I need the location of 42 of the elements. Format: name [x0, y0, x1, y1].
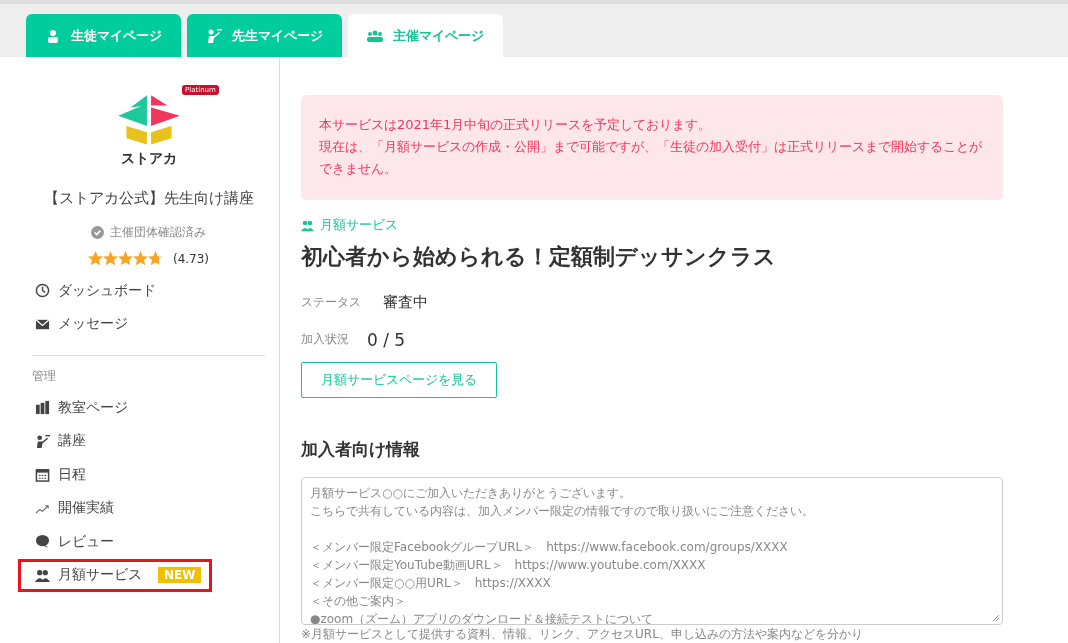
sidebar-item[interactable]: 講座	[18, 424, 95, 458]
sidebar-item[interactable]: レビュー	[18, 525, 123, 559]
section-label: 管理	[32, 368, 57, 385]
field-label: 加入状況	[301, 331, 349, 348]
tab-icon	[206, 28, 222, 43]
rating-value: (4.73)	[172, 251, 210, 266]
sidebar-item-label: 教室ページ	[58, 398, 128, 417]
organizer-name: 【ストアカ公式】先生向け講座	[42, 189, 255, 208]
sidebar-item-label: 講座	[58, 432, 86, 451]
alert-message: 本サービスは2021年1月中旬の正式リリースを予定しております。 現在は、「月額サービスの作成・公開」まで可能ですが、「生徒の加入受付」は正式リリースまで開始することができません。	[301, 95, 1003, 200]
nav-icon	[35, 400, 50, 416]
field-value: 0 / 5	[367, 329, 406, 350]
group-icon	[301, 218, 314, 232]
logo-text: ストアカ	[120, 149, 177, 166]
section-heading: 加入者向け情報	[301, 438, 421, 461]
sidebar-item-label: 開催実績	[58, 499, 114, 518]
sidebar-item[interactable]: 月額サービス NEW	[18, 558, 212, 592]
nav-icon	[35, 467, 50, 483]
nav-icon	[35, 283, 50, 299]
sidebar-item-label: 日程	[58, 465, 86, 484]
category-label: 月額サービス	[320, 216, 398, 234]
sidebar-item[interactable]: ダッシュボード	[18, 274, 165, 308]
check-circle-icon	[91, 226, 104, 239]
service-title: 初心者から始められる！定額制デッサンクラス	[301, 243, 777, 271]
nav-icon	[35, 567, 50, 583]
field-value: 審査中	[383, 293, 428, 312]
nav-icon	[35, 534, 50, 550]
sidebar-item-label: レビュー	[58, 532, 114, 551]
nav-icon	[35, 316, 50, 332]
note-text: ※月額サービスとして提供する資料、情報、リンク、アクセスURL、申し込みの方法や案内などを分かり	[301, 626, 864, 643]
tab-icon	[45, 28, 61, 43]
sidebar-item[interactable]: メッセージ	[18, 307, 137, 341]
sidebar-item[interactable]: 開催実績	[18, 491, 123, 525]
resize-grip-icon[interactable]	[992, 614, 1000, 622]
nav-icon	[35, 433, 50, 449]
sidebar-item[interactable]: 日程	[18, 458, 95, 492]
sidebar-item[interactable]: 教室ページ	[18, 391, 137, 425]
new-badge: NEW	[158, 567, 202, 584]
field-label: ステータス	[301, 294, 361, 311]
verified-label: 主催団体確認済み	[110, 224, 206, 241]
sidebar-item-label: 月額サービス	[58, 566, 142, 585]
tab-icon	[367, 28, 383, 43]
